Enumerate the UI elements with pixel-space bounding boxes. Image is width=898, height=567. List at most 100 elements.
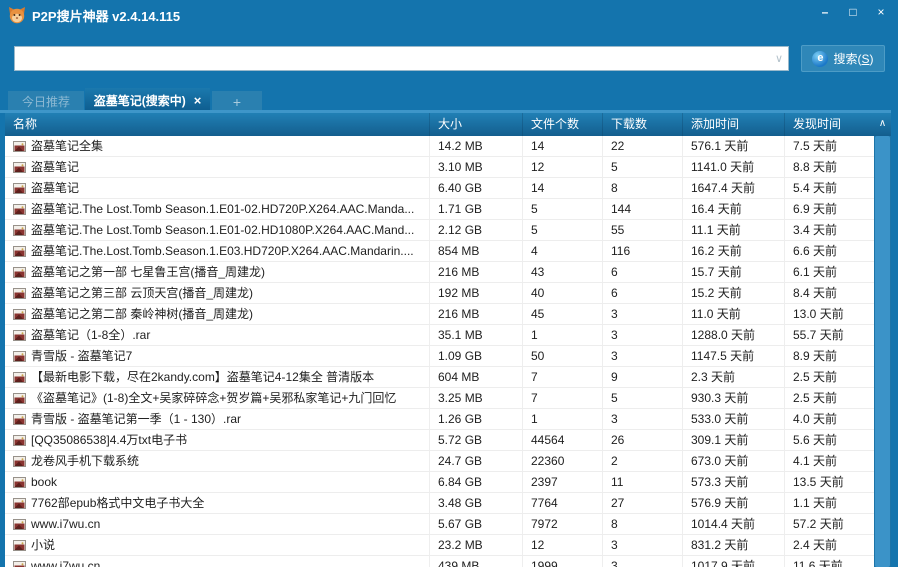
result-filecount: 1 xyxy=(523,325,603,345)
result-added-time: 11.0 天前 xyxy=(683,304,785,324)
result-found-time: 55.7 天前 xyxy=(793,328,844,342)
title-bar: P2P搜片神器 v2.4.14.115 – □ × xyxy=(0,0,898,30)
window-right-border xyxy=(891,30,898,567)
result-downloads: 8 xyxy=(603,514,683,534)
result-added-time: 576.1 天前 xyxy=(683,136,785,156)
table-row[interactable]: 盗墓笔记（1-8全）.rar 35.1 MB 1 3 1288.0 天前 55.… xyxy=(5,325,874,346)
table-row[interactable]: 青雪版 - 盗墓笔记7 1.09 GB 50 3 1147.5 天前 8.9 天… xyxy=(5,346,874,367)
result-found-time: 11.6 天前 xyxy=(793,559,843,567)
result-filecount: 1999 xyxy=(523,556,603,567)
file-thumbnail-icon xyxy=(13,560,26,567)
result-size: 24.7 GB xyxy=(430,451,523,471)
result-size: 439 MB xyxy=(430,556,523,567)
scrollbar[interactable]: ∧ xyxy=(874,113,891,567)
result-size: 23.2 MB xyxy=(430,535,523,555)
result-downloads: 3 xyxy=(603,409,683,429)
scroll-up-icon[interactable]: ∧ xyxy=(874,113,891,136)
column-header-downloads[interactable]: 下载数 xyxy=(603,113,683,136)
file-thumbnail-icon xyxy=(13,224,26,236)
result-filecount: 14 xyxy=(523,136,603,156)
column-header-name[interactable]: 名称 xyxy=(5,113,430,136)
result-found-time: 8.9 天前 xyxy=(793,349,838,363)
table-row[interactable]: 盗墓笔记.The Lost.Tomb Season.1.E01-02.HD720… xyxy=(5,199,874,220)
close-icon[interactable]: × xyxy=(870,3,892,21)
result-name-cell: 【最新电影下载，尽在2kandy.com】盗墓笔记4-12集全 普清版本 xyxy=(5,367,430,387)
result-size: 1.26 GB xyxy=(430,409,523,429)
result-size: 854 MB xyxy=(430,241,523,261)
result-name: 盗墓笔记.The Lost.Tomb Season.1.E01-02.HD720… xyxy=(31,202,415,216)
result-name: 盗墓笔记之第一部 七星鲁王宫(播音_周建龙) xyxy=(31,265,266,279)
result-name-cell: www.i7wu.cn xyxy=(5,556,430,567)
result-found-time: 5.6 天前 xyxy=(793,433,838,447)
tab-search-active[interactable]: 盗墓笔记(搜索中) × xyxy=(85,88,210,112)
result-name-cell: 盗墓笔记之第一部 七星鲁王宫(播音_周建龙) xyxy=(5,262,430,282)
result-filecount: 45 xyxy=(523,304,603,324)
table-row[interactable]: 盗墓笔记全集 14.2 MB 14 22 576.1 天前 7.5 天前 xyxy=(5,136,874,157)
table-row[interactable]: 盗墓笔记 6.40 GB 14 8 1647.4 天前 5.4 天前 xyxy=(5,178,874,199)
result-downloads: 3 xyxy=(603,535,683,555)
result-name: 青雪版 - 盗墓笔记第一季（1 - 130）.rar xyxy=(31,412,242,426)
result-downloads: 5 xyxy=(603,388,683,408)
result-name: 7762部epub格式中文电子书大全 xyxy=(31,496,205,510)
result-added-time: 576.9 天前 xyxy=(683,493,785,513)
result-size: 3.48 GB xyxy=(430,493,523,513)
file-thumbnail-icon xyxy=(13,266,26,278)
result-found-time: 6.6 天前 xyxy=(793,244,838,258)
result-size: 14.2 MB xyxy=(430,136,523,156)
column-header-filecount[interactable]: 文件个数 xyxy=(523,113,603,136)
result-added-time: 1147.5 天前 xyxy=(683,346,785,366)
table-row[interactable]: 盗墓笔记之第三部 云顶天宫(播音_周建龙) 192 MB 40 6 15.2 天… xyxy=(5,283,874,304)
table-row[interactable]: 《盗墓笔记》(1-8)全文+吴家碎碎念+贺岁篇+吴邪私家笔记+九门回忆 3.25… xyxy=(5,388,874,409)
result-name-cell: 盗墓笔记.The.Lost.Tomb.Season.1.E03.HD720P.X… xyxy=(5,241,430,261)
column-header-found[interactable]: 发现时间 xyxy=(785,113,874,136)
result-downloads: 11 xyxy=(603,472,683,492)
column-header-added[interactable]: 添加时间 xyxy=(683,113,785,136)
search-button[interactable]: e 搜索(S) xyxy=(801,45,885,72)
result-name: 盗墓笔记全集 xyxy=(31,139,104,153)
result-name: 盗墓笔记.The Lost.Tomb Season.1.E01-02.HD108… xyxy=(31,223,415,237)
table-row[interactable]: 龙卷风手机下载系统 24.7 GB 22360 2 673.0 天前 4.1 天… xyxy=(5,451,874,472)
result-filecount: 22360 xyxy=(523,451,603,471)
scrollbar-thumb[interactable] xyxy=(875,136,890,567)
table-row[interactable]: book 6.84 GB 2397 11 573.3 天前 13.5 天前 xyxy=(5,472,874,493)
maximize-icon[interactable]: □ xyxy=(842,3,864,21)
result-name: 盗墓笔记（1-8全）.rar xyxy=(31,328,151,342)
table-row[interactable]: 盗墓笔记 3.10 MB 12 5 1141.0 天前 8.8 天前 xyxy=(5,157,874,178)
tab-close-icon[interactable]: × xyxy=(194,93,202,108)
result-name-cell: 盗墓笔记全集 xyxy=(5,136,430,156)
tab-add-button[interactable]: + xyxy=(212,91,262,112)
result-downloads: 116 xyxy=(603,241,683,261)
result-filecount: 44564 xyxy=(523,430,603,450)
result-name-cell: 青雪版 - 盗墓笔记第一季（1 - 130）.rar xyxy=(5,409,430,429)
table-row[interactable]: [QQ35086538]4.4万txt电子书 5.72 GB 44564 26 … xyxy=(5,430,874,451)
table-row[interactable]: www.i7wu.cn 5.67 GB 7972 8 1014.4 天前 57.… xyxy=(5,514,874,535)
search-input[interactable] xyxy=(15,48,770,69)
table-row[interactable]: 盗墓笔记.The.Lost.Tomb.Season.1.E03.HD720P.X… xyxy=(5,241,874,262)
result-filecount: 7 xyxy=(523,367,603,387)
result-downloads: 2 xyxy=(603,451,683,471)
result-size: 6.84 GB xyxy=(430,472,523,492)
result-name-cell: 盗墓笔记.The Lost.Tomb Season.1.E01-02.HD720… xyxy=(5,199,430,219)
column-header-size[interactable]: 大小 xyxy=(430,113,523,136)
result-filecount: 1 xyxy=(523,409,603,429)
file-thumbnail-icon xyxy=(13,287,26,299)
result-size: 2.12 GB xyxy=(430,220,523,240)
table-row[interactable]: 盗墓笔记之第一部 七星鲁王宫(播音_周建龙) 216 MB 43 6 15.7 … xyxy=(5,262,874,283)
table-row[interactable]: 盗墓笔记.The Lost.Tomb Season.1.E01-02.HD108… xyxy=(5,220,874,241)
search-combobox: ∨ xyxy=(14,46,789,71)
table-row[interactable]: 盗墓笔记之第二部 秦岭神树(播音_周建龙) 216 MB 45 3 11.0 天… xyxy=(5,304,874,325)
file-thumbnail-icon xyxy=(13,308,26,320)
minimize-icon[interactable]: – xyxy=(814,3,836,21)
table-row[interactable]: 7762部epub格式中文电子书大全 3.48 GB 7764 27 576.9… xyxy=(5,493,874,514)
result-added-time: 1141.0 天前 xyxy=(683,157,785,177)
table-row[interactable]: 小说 23.2 MB 12 3 831.2 天前 2.4 天前 xyxy=(5,535,874,556)
result-table-body: 盗墓笔记全集 14.2 MB 14 22 576.1 天前 7.5 天前 盗墓笔… xyxy=(5,136,874,567)
table-row[interactable]: 青雪版 - 盗墓笔记第一季（1 - 130）.rar 1.26 GB 1 3 5… xyxy=(5,409,874,430)
result-size: 35.1 MB xyxy=(430,325,523,345)
result-found-time: 13.5 天前 xyxy=(793,475,844,489)
table-row[interactable]: 【最新电影下载，尽在2kandy.com】盗墓笔记4-12集全 普清版本 604… xyxy=(5,367,874,388)
chevron-down-icon[interactable]: ∨ xyxy=(770,52,788,65)
tab-today-recommend[interactable]: 今日推荐 xyxy=(8,91,84,112)
table-row[interactable]: www.i7wu.cn 439 MB 1999 3 1017.9 天前 11.6… xyxy=(5,556,874,567)
browser-e-icon: e xyxy=(812,50,829,67)
